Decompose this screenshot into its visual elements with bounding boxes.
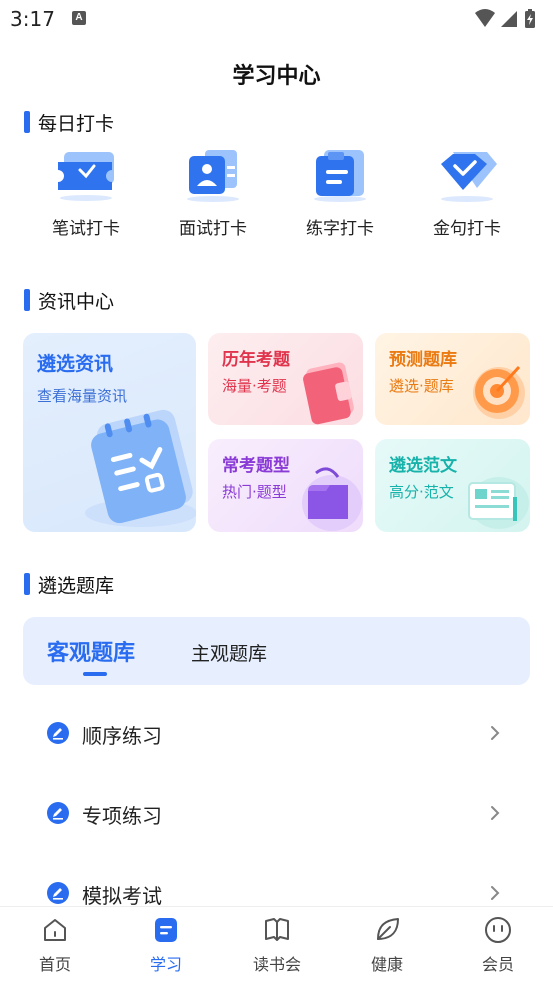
nav-label: 会员 [481,955,514,974]
checkin-quotes[interactable]: 金句打卡 [417,144,517,239]
member-icon [485,917,511,943]
card-news[interactable]: 遴选资讯 查看海量资讯 [23,333,196,532]
practice-label: 模拟考试 [82,884,162,908]
status-icons [473,7,543,35]
tab-subjective-bank[interactable]: 主观题库 [191,639,267,666]
nav-book-club[interactable]: 读书会 [237,915,317,975]
document-icon [468,477,529,529]
edit-icon [47,802,69,824]
ticket-icon [58,152,114,201]
folder-icon [302,467,362,531]
notebook-icon [85,409,196,527]
status-bar: 3:17 A [0,0,553,38]
checkin-label: 金句打卡 [433,219,501,239]
card-subtitle: 遴选·题库 [389,377,454,395]
section-title-label: 资讯中心 [38,290,115,313]
clipboard-icon [314,150,366,202]
chevron-right-icon [491,726,500,740]
nav-health[interactable]: 健康 [347,915,427,975]
nav-label: 健康 [370,955,403,974]
tab-objective-bank[interactable]: 客观题库 [47,635,135,667]
nav-label: 读书会 [252,955,301,974]
practice-label: 顺序练习 [82,724,162,748]
card-title: 历年考题 [222,350,290,370]
card-past-exams[interactable]: 历年考题 海量·考题 [208,333,363,425]
notification-badge: A [72,11,86,25]
section-accent-bar [24,111,30,133]
checkin-written[interactable]: 笔试打卡 [36,144,136,239]
status-time: 3:17 [10,7,55,31]
study-icon [155,918,177,942]
section-accent-bar [24,573,30,595]
checkin-interview[interactable]: 面试打卡 [163,144,263,239]
tab-active-indicator [83,672,107,676]
nav-study[interactable]: 学习 [126,915,206,975]
edit-icon [47,882,69,904]
target-icon [473,365,525,419]
bottom-nav: 首页 学习 读书会 健康 会员 [0,906,553,984]
card-title: 常考题型 [222,456,290,476]
card-predicted-bank[interactable]: 预测题库 遴选·题库 [375,333,530,425]
practice-topical[interactable]: 专项练习 [0,784,553,844]
checkin-calligraphy[interactable]: 练字打卡 [290,144,390,239]
nav-label: 首页 [38,955,71,974]
leaf-icon [377,918,399,940]
card-subtitle: 海量·考题 [222,377,287,395]
nav-label: 学习 [149,955,182,974]
wallet-icon [303,362,354,425]
nav-home[interactable]: 首页 [15,915,95,975]
card-title: 遴选范文 [389,456,457,476]
home-icon [44,919,66,941]
page-title: 学习中心 [232,64,321,89]
section-title-label: 遴选题库 [38,574,115,597]
section-accent-bar [24,289,30,311]
book-icon [265,918,289,941]
card-subtitle: 热门·题型 [222,483,287,501]
section-title-label: 每日打卡 [38,112,115,135]
nav-member[interactable]: 会员 [458,915,538,975]
practice-label: 专项练习 [82,804,162,828]
diamond-icon [441,152,497,202]
card-subtitle: 高分·范文 [389,483,454,501]
id-card-icon [187,150,239,202]
checkin-label: 面试打卡 [179,219,247,239]
card-common-types[interactable]: 常考题型 热门·题型 [208,439,363,532]
edit-icon [47,722,69,744]
battery-icon [525,9,535,28]
card-title: 遴选资讯 [37,353,114,375]
card-title: 预测题库 [389,350,457,370]
section-title-daily-checkin: 每日打卡 [24,110,115,135]
question-bank-tabs: 客观题库 主观题库 [23,617,530,685]
section-title-question-bank: 遴选题库 [24,572,115,597]
signal-icon [501,11,517,27]
practice-sequential[interactable]: 顺序练习 [0,704,553,764]
checkin-label: 笔试打卡 [52,219,120,239]
checkin-label: 练字打卡 [306,219,374,239]
chevron-right-icon [491,886,500,900]
card-model-essays[interactable]: 遴选范文 高分·范文 [375,439,530,532]
chevron-right-icon [491,806,500,820]
section-title-news-center: 资讯中心 [24,288,115,313]
wifi-icon [475,9,495,27]
